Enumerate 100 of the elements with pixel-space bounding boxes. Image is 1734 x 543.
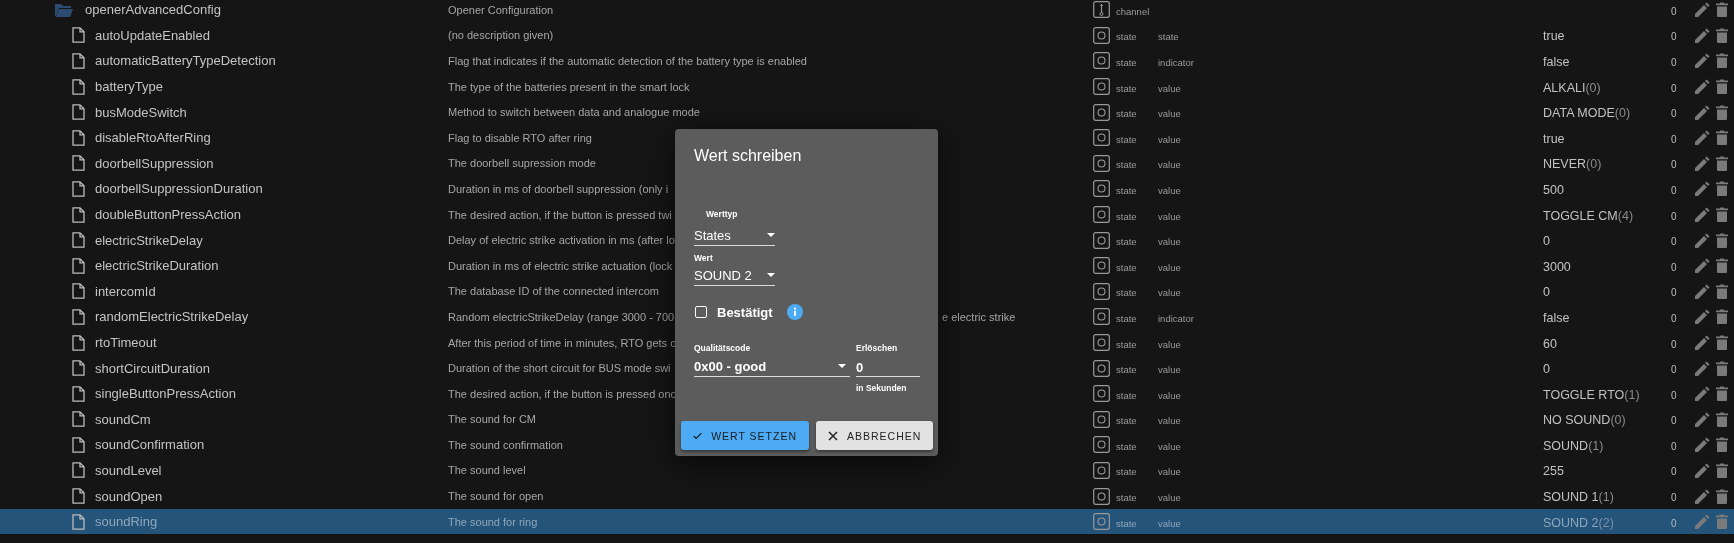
file-icon xyxy=(72,411,85,428)
field-label: Wert xyxy=(694,253,713,263)
delete-icon[interactable] xyxy=(1716,53,1728,69)
edit-icon[interactable] xyxy=(1695,27,1710,43)
file-icon xyxy=(72,462,85,479)
delete-icon[interactable] xyxy=(1716,463,1728,478)
edit-icon[interactable] xyxy=(1695,437,1710,453)
delete-icon[interactable] xyxy=(1716,488,1728,504)
tree-item[interactable]: shortCircuitDuration xyxy=(0,360,448,377)
edit-icon[interactable] xyxy=(1695,79,1710,95)
value-select[interactable]: SOUND 2 xyxy=(694,267,775,286)
state-type-icon xyxy=(1093,26,1110,44)
edit-icon[interactable] xyxy=(1695,130,1710,146)
tree-item[interactable]: autoUpdateEnabled xyxy=(0,27,448,44)
edit-icon[interactable] xyxy=(1695,155,1710,171)
value-text: 3000 xyxy=(1543,259,1571,274)
edit-icon[interactable] xyxy=(1695,258,1710,274)
role-text: value xyxy=(1158,236,1181,248)
delete-icon[interactable] xyxy=(1716,181,1728,197)
tree-item[interactable]: disableRtoAfterRing xyxy=(0,129,448,146)
state-name: doorbellSuppressionDuration xyxy=(95,181,263,197)
expire-field[interactable]: 0 xyxy=(856,358,920,377)
description-text: Duration in ms of electric strike actuation (lock xyxy=(448,259,673,272)
delete-icon[interactable] xyxy=(1716,258,1728,274)
value-type-select[interactable]: States xyxy=(694,227,775,246)
cancel-button[interactable]: ABBRECHEN xyxy=(816,421,934,450)
edit-icon[interactable] xyxy=(1695,411,1710,427)
helper-text: in Sekunden xyxy=(856,383,907,393)
delete-icon[interactable] xyxy=(1716,130,1728,146)
type-text: state xyxy=(1116,133,1137,145)
delete-icon[interactable] xyxy=(1716,2,1728,18)
tree-item[interactable]: electricStrikeDelay xyxy=(0,232,448,249)
edit-icon[interactable] xyxy=(1695,283,1710,299)
edit-icon[interactable] xyxy=(1695,488,1710,504)
tree-item[interactable]: openerAdvancedConfig xyxy=(0,2,448,18)
tree-item[interactable]: doorbellSuppressionDuration xyxy=(0,180,448,197)
type-text: state xyxy=(1116,440,1137,452)
tree-item[interactable]: automaticBatteryTypeDetection xyxy=(0,53,448,69)
ack-count: 0 xyxy=(1671,57,1677,68)
delete-icon[interactable] xyxy=(1716,207,1728,223)
description-text: The sound confirmation xyxy=(448,438,563,451)
edit-icon[interactable] xyxy=(1695,53,1710,69)
edit-icon[interactable] xyxy=(1695,181,1710,197)
delete-icon[interactable] xyxy=(1716,360,1728,376)
delete-icon[interactable] xyxy=(1716,283,1728,299)
info-icon[interactable] xyxy=(786,304,803,320)
state-name: soundCm xyxy=(95,411,151,427)
edit-icon[interactable] xyxy=(1695,360,1710,376)
state-type-icon xyxy=(1093,513,1110,531)
type-text: state xyxy=(1116,492,1137,504)
edit-icon[interactable] xyxy=(1695,2,1710,18)
set-value-button[interactable]: WERT SETZEN xyxy=(681,421,809,450)
tree-item[interactable]: electricStrikeDuration xyxy=(0,257,448,274)
description-text: Opener Configuration xyxy=(448,3,554,16)
delete-icon[interactable] xyxy=(1716,104,1728,120)
tree-item[interactable]: randomElectricStrikeDelay xyxy=(0,308,448,325)
tree-item[interactable]: busModeSwitch xyxy=(0,104,448,121)
state-type-icon xyxy=(1093,385,1110,403)
type-text: state xyxy=(1116,466,1137,478)
delete-icon[interactable] xyxy=(1716,386,1728,402)
edit-icon[interactable] xyxy=(1695,207,1710,223)
delete-icon[interactable] xyxy=(1716,335,1728,350)
tree-item[interactable]: doubleButtonPressAction xyxy=(0,206,448,223)
description-text: Duration in ms of doorbell suppression (only i xyxy=(448,182,669,195)
check-icon xyxy=(693,430,703,441)
tree-item[interactable]: singleButtonPressAction xyxy=(0,385,448,402)
ack-count: 0 xyxy=(1671,159,1677,171)
delete-icon[interactable] xyxy=(1716,155,1728,171)
description-text: The database ID of the connected intercom xyxy=(448,285,659,298)
delete-icon[interactable] xyxy=(1716,79,1728,95)
delete-icon[interactable] xyxy=(1716,309,1728,325)
tree-item[interactable]: batteryType xyxy=(0,78,448,95)
edit-icon[interactable] xyxy=(1695,309,1710,325)
tree-item[interactable]: doorbellSuppression xyxy=(0,155,448,172)
state-type-icon xyxy=(1093,282,1110,300)
tree-item[interactable]: intercomId xyxy=(0,283,448,300)
delete-icon[interactable] xyxy=(1716,27,1728,43)
edit-icon[interactable] xyxy=(1695,104,1710,120)
edit-icon[interactable] xyxy=(1695,335,1710,350)
tree-item[interactable]: soundOpen xyxy=(0,488,448,505)
dialog-title: Wert schreiben xyxy=(694,147,802,165)
role-text: value xyxy=(1158,492,1181,504)
checkbox[interactable] xyxy=(695,306,707,318)
tree-item[interactable]: soundLevel xyxy=(0,462,448,479)
channel-icon xyxy=(1093,1,1110,19)
state-name: rtoTimeout xyxy=(95,335,157,350)
quality-select[interactable]: 0x00 - good xyxy=(694,358,850,377)
state-name: automaticBatteryTypeDetection xyxy=(95,53,276,69)
edit-icon[interactable] xyxy=(1695,386,1710,402)
state-type-icon xyxy=(1093,154,1110,172)
delete-icon[interactable] xyxy=(1716,437,1728,453)
edit-icon[interactable] xyxy=(1695,232,1710,248)
state-name: soundLevel xyxy=(95,463,162,478)
state-type-icon xyxy=(1093,410,1110,428)
tree-item[interactable]: rtoTimeout xyxy=(0,334,448,351)
delete-icon[interactable] xyxy=(1716,411,1728,427)
tree-item[interactable]: soundCm xyxy=(0,411,448,428)
delete-icon[interactable] xyxy=(1716,232,1728,248)
edit-icon[interactable] xyxy=(1695,463,1710,478)
tree-item[interactable]: soundConfirmation xyxy=(0,436,448,453)
